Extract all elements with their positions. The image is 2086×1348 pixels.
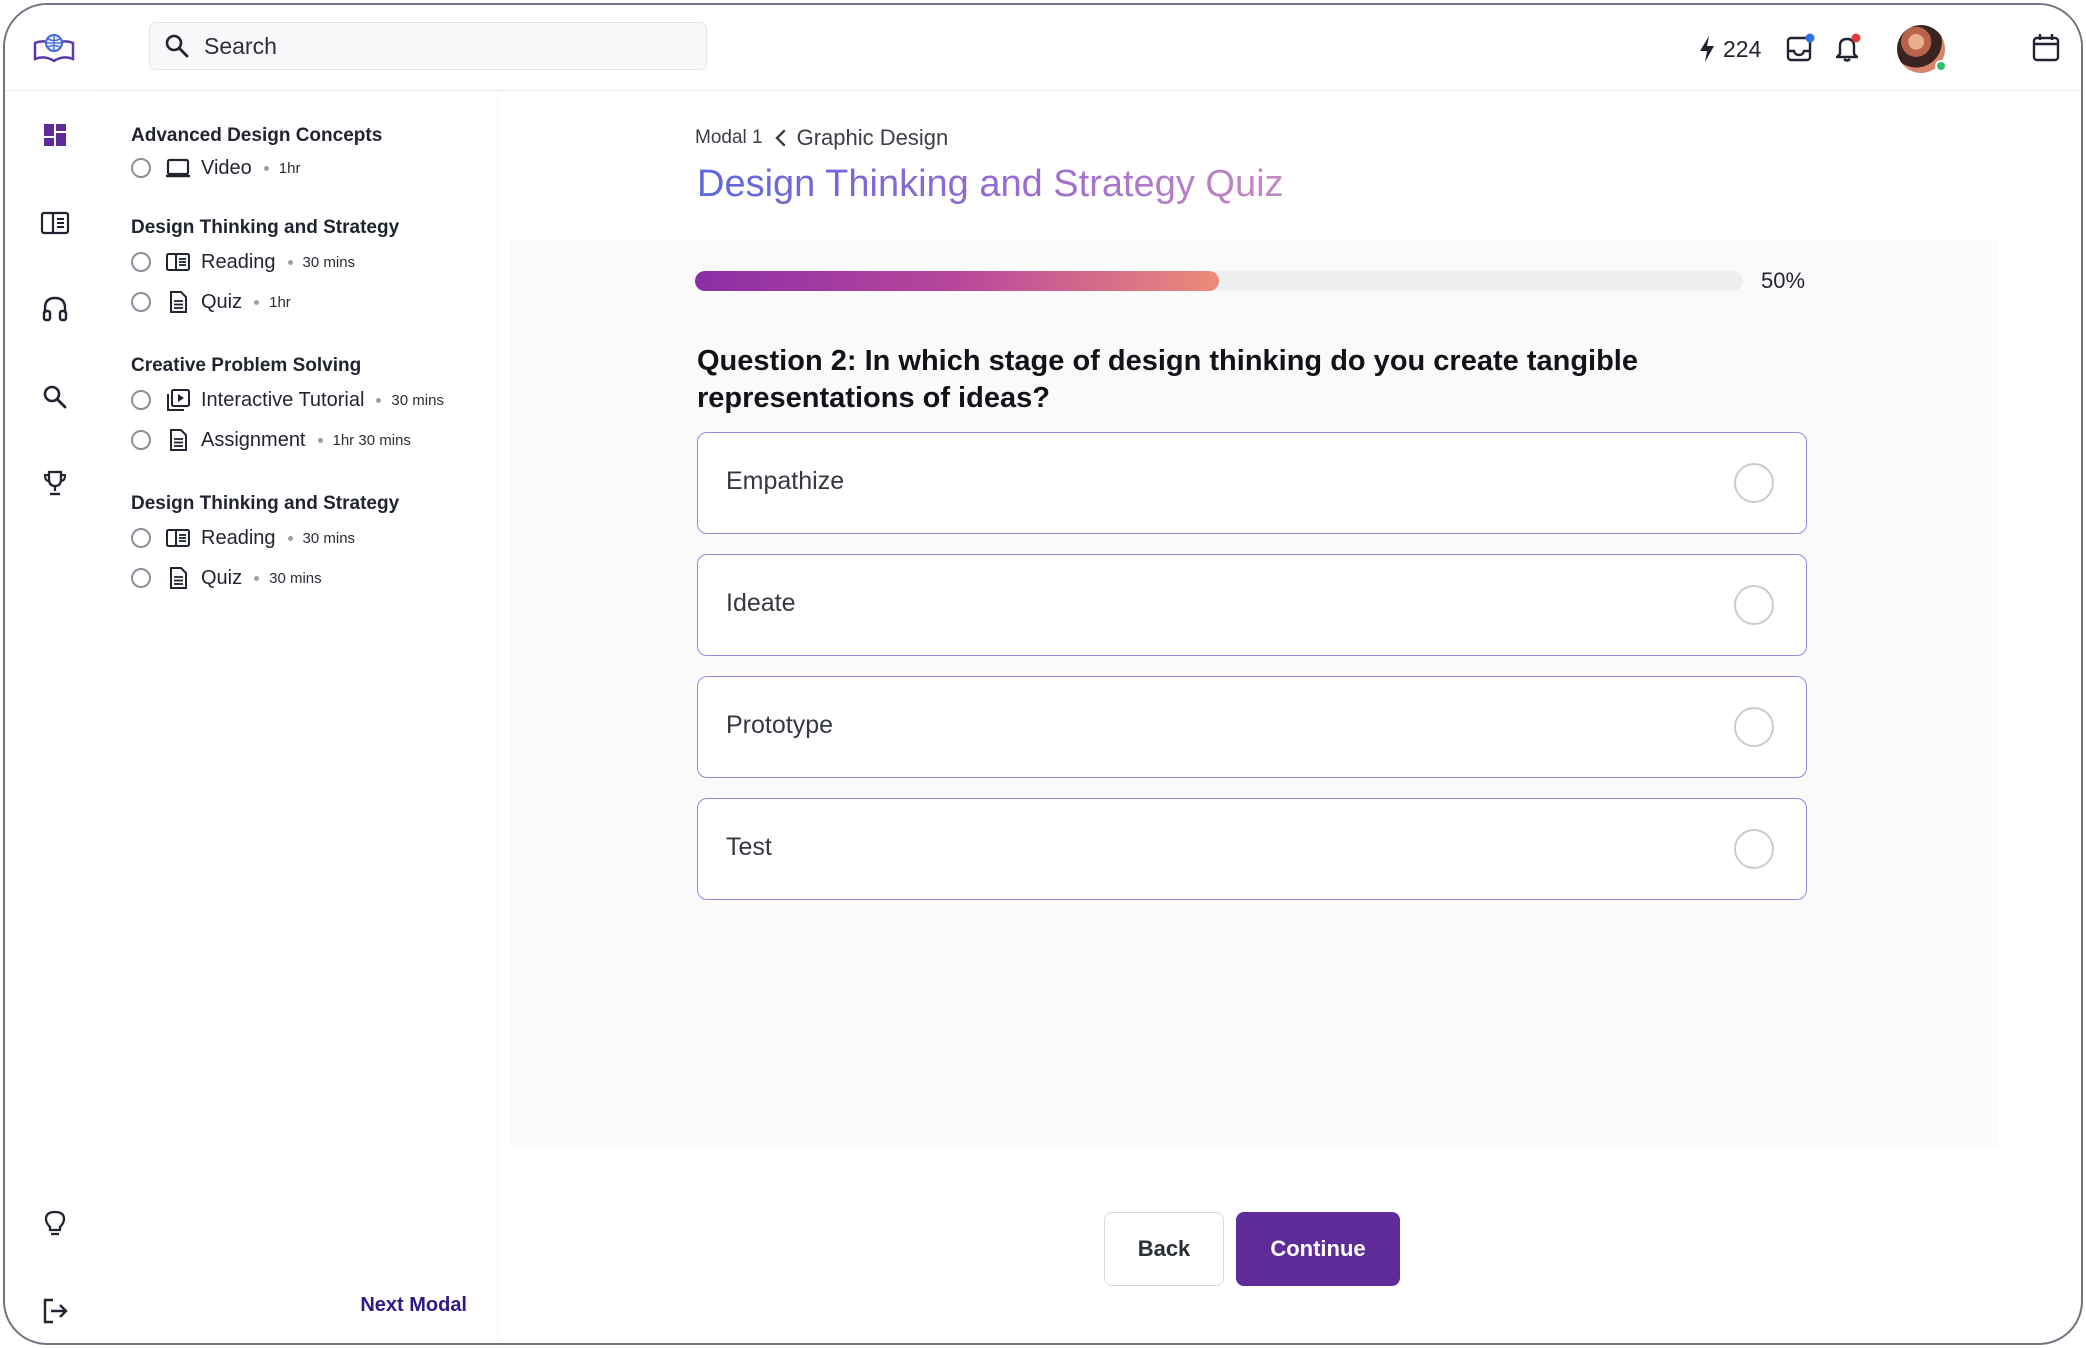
lesson-name: Quiz xyxy=(201,290,243,313)
option-label: Ideate xyxy=(726,589,796,617)
lesson-name: Reading xyxy=(201,526,276,549)
reading-icon xyxy=(166,253,190,271)
page-title: Design Thinking and Strategy Quiz xyxy=(697,163,1284,205)
lesson-item[interactable]: Interactive Tutorial 30 mins xyxy=(131,385,444,415)
section-title: Design Thinking and Strategy xyxy=(131,217,400,238)
user-avatar[interactable] xyxy=(1897,25,1947,73)
lesson-name: Quiz xyxy=(201,566,243,589)
lesson-name: Video xyxy=(201,156,252,179)
quiz-progress-bar xyxy=(695,271,1743,291)
breadcrumb: Modal 1 Graphic Design xyxy=(695,125,948,151)
document-icon xyxy=(170,567,187,589)
back-button[interactable]: Back xyxy=(1104,1212,1224,1286)
separator-dot xyxy=(287,535,293,541)
logo-icon[interactable] xyxy=(31,31,77,65)
lesson-item[interactable]: Reading 30 mins xyxy=(131,247,355,277)
online-status-indicator xyxy=(1935,60,1947,72)
separator-dot xyxy=(376,397,382,403)
lesson-status-radio[interactable] xyxy=(131,390,151,410)
progress-percent: 50% xyxy=(1761,268,1806,293)
continue-button[interactable]: Continue xyxy=(1236,1212,1400,1286)
answer-option[interactable]: Prototype xyxy=(697,676,1807,778)
lesson-duration: 1hr 30 mins xyxy=(332,431,411,449)
chevron-left-icon[interactable] xyxy=(773,129,789,147)
lesson-name: Interactive Tutorial xyxy=(201,388,365,411)
calendar-icon[interactable] xyxy=(2029,31,2063,65)
lesson-status-radio[interactable] xyxy=(131,252,151,272)
answer-option[interactable]: Test xyxy=(697,798,1807,900)
option-radio[interactable] xyxy=(1734,463,1774,503)
lesson-item[interactable]: Quiz 30 mins xyxy=(131,563,322,593)
question-text: Question 2: In which stage of design thi… xyxy=(697,345,1638,414)
notification-bell-icon[interactable] xyxy=(1831,31,1865,65)
trophy-icon[interactable] xyxy=(39,467,71,499)
lesson-name: Assignment xyxy=(201,428,306,451)
lesson-status-radio[interactable] xyxy=(131,430,151,450)
lesson-duration: 30 mins xyxy=(302,529,356,547)
lightbulb-icon[interactable] xyxy=(39,1207,71,1239)
option-label: Test xyxy=(726,833,772,861)
next-modal-link[interactable]: Next Modal xyxy=(360,1294,467,1317)
dashboard-icon[interactable] xyxy=(39,119,71,151)
lightning-icon xyxy=(1700,36,1714,62)
document-icon xyxy=(170,429,187,451)
lesson-status-radio[interactable] xyxy=(131,158,151,178)
option-label: Prototype xyxy=(726,711,834,739)
lesson-duration: 1hr xyxy=(269,293,291,311)
search-input[interactable]: Search xyxy=(204,33,277,60)
quiz-progress-fill xyxy=(695,271,1219,291)
option-radio[interactable] xyxy=(1734,829,1774,869)
lesson-item[interactable]: Reading 30 mins xyxy=(131,523,355,553)
option-radio[interactable] xyxy=(1734,585,1774,625)
section-title: Creative Problem Solving xyxy=(131,355,362,376)
explore-search-icon[interactable] xyxy=(39,381,71,413)
inbox-icon[interactable] xyxy=(1783,31,1817,65)
lesson-status-radio[interactable] xyxy=(131,528,151,548)
reading-icon xyxy=(166,529,190,547)
separator-dot xyxy=(254,575,260,581)
search-icon xyxy=(165,34,189,58)
play-tutorial-icon xyxy=(167,389,190,411)
courses-book-icon[interactable] xyxy=(39,207,71,239)
lesson-duration: 30 mins xyxy=(269,569,322,587)
top-bar: Search 224 xyxy=(5,5,2081,91)
lesson-status-radio[interactable] xyxy=(131,568,151,588)
lesson-name: Reading xyxy=(201,250,276,273)
document-icon xyxy=(170,291,187,313)
section-title: Advanced Design Concepts xyxy=(131,125,383,146)
separator-dot xyxy=(254,299,260,305)
separator-dot xyxy=(287,259,293,265)
streak-count: 224 xyxy=(1723,35,1762,62)
separator-dot xyxy=(263,165,269,171)
lesson-item[interactable]: Video 1hr xyxy=(131,153,300,183)
separator-dot xyxy=(317,437,323,443)
answer-option[interactable]: Ideate xyxy=(697,554,1807,656)
section-title: Design Thinking and Strategy xyxy=(131,493,400,514)
lesson-duration: 30 mins xyxy=(302,253,356,271)
lesson-item[interactable]: Assignment 1hr 30 mins xyxy=(131,425,411,455)
app-window: Search 224 Advanced Design Concepts Vide… xyxy=(3,3,2083,1345)
lesson-duration: 30 mins xyxy=(391,391,444,409)
video-icon xyxy=(166,158,190,178)
streak-counter[interactable]: 224 xyxy=(1697,27,1761,71)
option-label: Empathize xyxy=(726,467,845,495)
lesson-item[interactable]: Quiz 1hr xyxy=(131,287,291,317)
breadcrumb-current: Graphic Design xyxy=(796,125,949,150)
headphones-icon[interactable] xyxy=(39,293,71,325)
lesson-duration: 1hr xyxy=(278,159,301,177)
course-outline: Advanced Design Concepts Video 1hr Desig… xyxy=(101,91,497,1343)
option-radio[interactable] xyxy=(1734,707,1774,747)
search-bar[interactable]: Search xyxy=(149,22,707,70)
lesson-status-radio[interactable] xyxy=(131,292,151,312)
answer-option[interactable]: Empathize xyxy=(697,432,1807,534)
logout-icon[interactable] xyxy=(39,1295,71,1327)
breadcrumb-parent[interactable]: Modal 1 xyxy=(695,127,763,149)
